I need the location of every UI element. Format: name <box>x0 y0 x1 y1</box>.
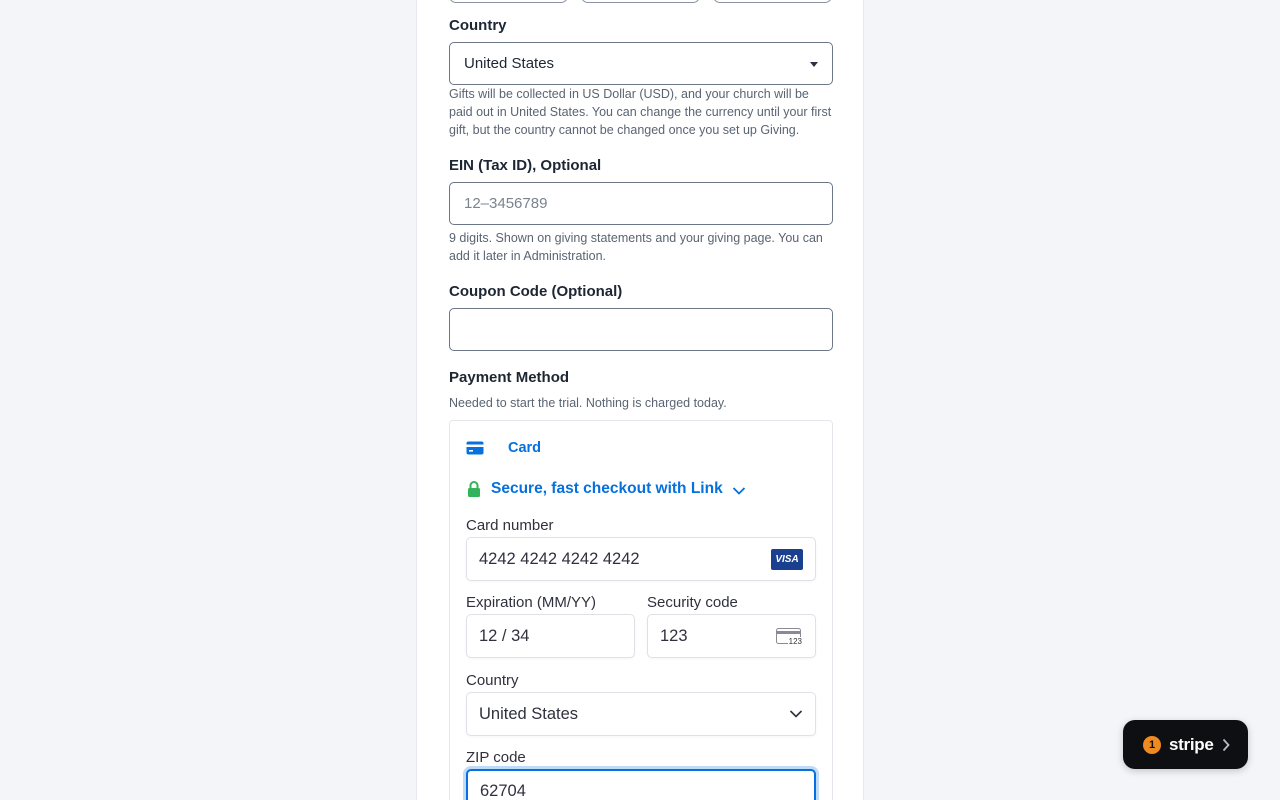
security-code-input[interactable]: 123 123 <box>647 614 816 658</box>
chevron-down-icon <box>732 486 745 495</box>
chevron-right-icon <box>1222 738 1230 751</box>
ein-help-text: 9 digits. Shown on giving statements and… <box>449 231 823 263</box>
ein-input[interactable] <box>449 182 833 225</box>
visa-icon: VISA <box>771 549 803 570</box>
chevron-down-icon <box>789 710 803 718</box>
tab-card[interactable]: Card <box>466 440 541 456</box>
coupon-input[interactable] <box>449 308 833 351</box>
card-number-value: 4242 4242 4242 4242 <box>479 549 640 568</box>
link-checkout-toggle[interactable]: Secure, fast checkout with Link <box>467 480 746 498</box>
country-label: Country <box>449 17 507 34</box>
card-number-label: Card number <box>466 517 554 534</box>
cvc-card-icon: 123 <box>776 628 803 652</box>
expiration-label: Expiration (MM/YY) <box>466 594 597 611</box>
zip-code-label: ZIP code <box>466 749 526 766</box>
card-number-input[interactable]: 4242 4242 4242 4242 VISA <box>466 537 816 581</box>
credit-card-icon <box>466 441 484 455</box>
clipped-field-1[interactable] <box>449 0 568 3</box>
clipped-field-3[interactable] <box>713 0 832 3</box>
cvc-icon-text: 123 <box>787 637 803 646</box>
expiration-value: 12 / 34 <box>479 626 530 645</box>
zip-code-value: 62704 <box>480 781 526 800</box>
stripe-badge-count: 1 <box>1143 735 1161 754</box>
stripe-logo: stripe <box>1169 734 1214 754</box>
country-select[interactable]: United States <box>449 42 833 85</box>
coupon-label: Coupon Code (Optional) <box>449 283 623 300</box>
clipped-field-2[interactable] <box>581 0 700 3</box>
link-checkout-label: Secure, fast checkout with Link <box>491 480 723 497</box>
stripe-country-label: Country <box>466 672 519 689</box>
country-select-value: United States <box>464 55 555 72</box>
stripe-payment-element: Card Secure, fast checkout with Link Car… <box>449 420 833 800</box>
expiration-input[interactable]: 12 / 34 <box>466 614 635 658</box>
ein-label: EIN (Tax ID), Optional <box>449 157 602 174</box>
payment-method-help: Needed to start the trial. Nothing is ch… <box>449 396 727 410</box>
payment-method-label: Payment Method <box>449 369 570 386</box>
stripe-country-select[interactable]: United States <box>466 692 816 736</box>
form-panel: Country United States Gifts will be coll… <box>416 0 864 800</box>
stripe-country-value: United States <box>479 704 579 723</box>
country-help-text: Gifts will be collected in US Dollar (US… <box>449 87 832 137</box>
lock-icon <box>468 481 480 497</box>
security-code-label: Security code <box>647 594 738 611</box>
caret-down-icon <box>810 62 818 67</box>
tab-card-label: Card <box>508 440 542 456</box>
zip-code-input[interactable]: 62704 <box>466 769 816 800</box>
security-code-value: 123 <box>660 626 688 645</box>
stripe-badge-button[interactable]: 1 stripe <box>1123 720 1248 769</box>
